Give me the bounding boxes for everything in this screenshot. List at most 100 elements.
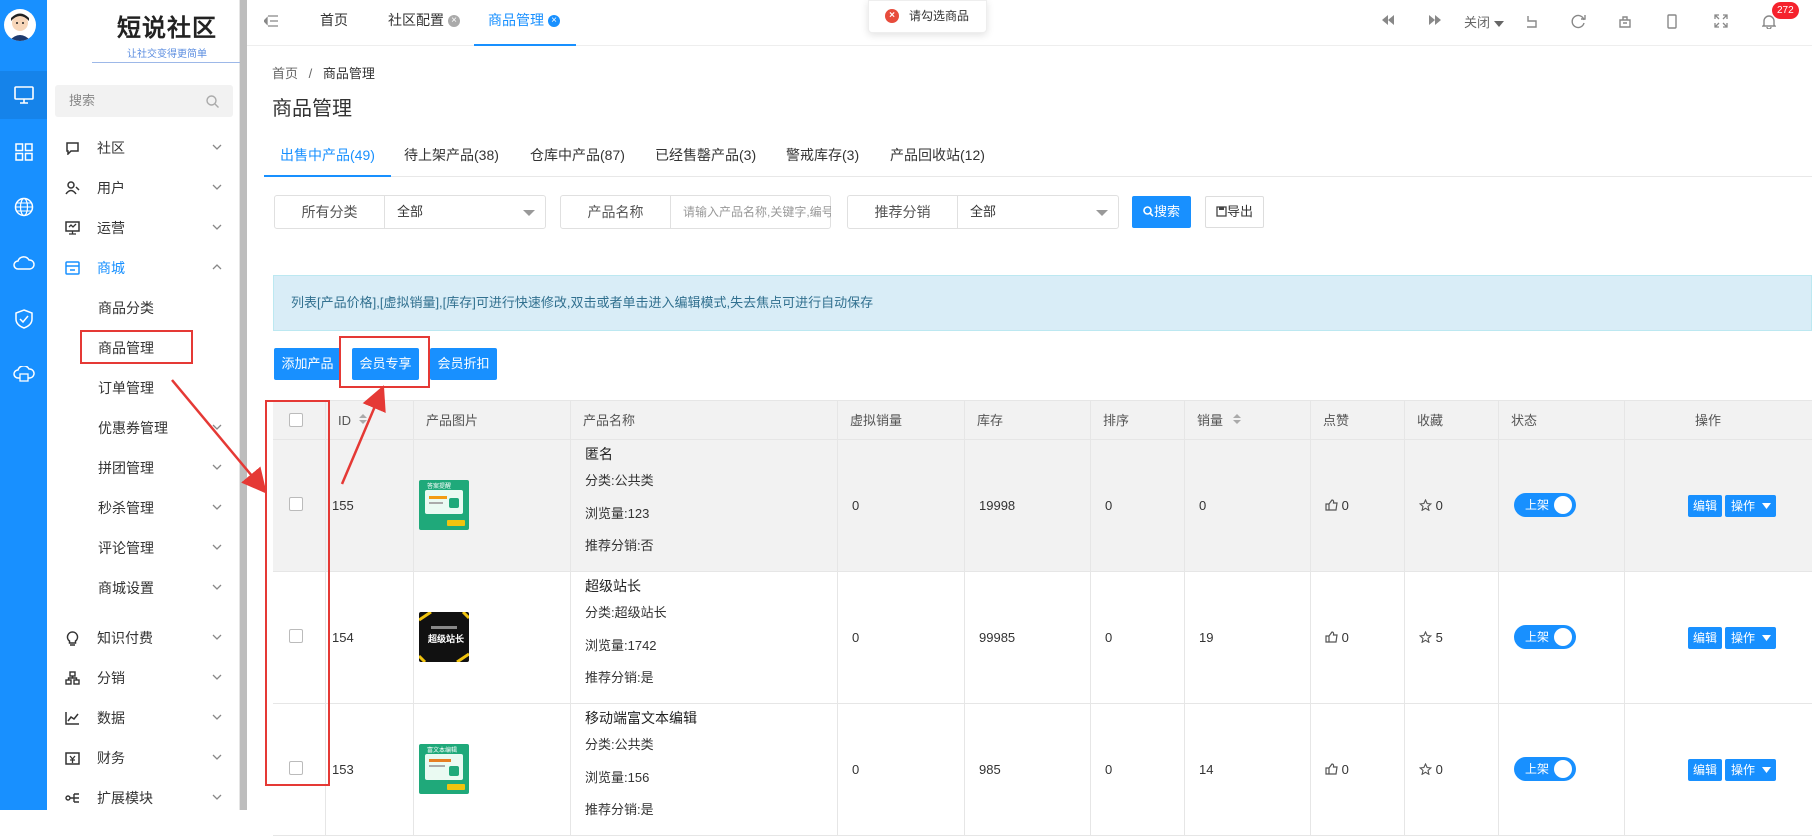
name-cell: 移动端富文本编辑 分类:公共类 浏览量:156 推荐分销:是 [570, 704, 837, 836]
distribution-filter[interactable]: 推荐分销 全部 [847, 195, 1119, 229]
product-thumbnail[interactable]: 富文本编辑 [419, 744, 469, 794]
header-status: 状态 [1498, 401, 1624, 441]
sidebar-search[interactable]: 搜索 [55, 85, 233, 117]
tab-pending[interactable]: 待上架产品(38) [388, 135, 515, 177]
add-product-button[interactable]: 添加产品 [274, 348, 341, 380]
name-filter[interactable]: 产品名称 请输入产品名称,关键字,编号 [560, 195, 831, 229]
clear-cache-icon[interactable] [1618, 14, 1632, 28]
tab-stock-alert[interactable]: 警戒库存(3) [770, 135, 875, 177]
desktop-icon[interactable] [0, 71, 47, 119]
logo-slogan: 让社交变得更简单 [92, 45, 242, 63]
sidebar-sub-comments[interactable]: 评论管理 [47, 528, 240, 568]
scroll-right-icon[interactable] [1428, 14, 1442, 26]
cloud-icon[interactable] [0, 239, 47, 287]
icon-rail [0, 0, 47, 810]
export-button[interactable]: 导出 [1205, 196, 1264, 228]
shield-icon[interactable] [0, 295, 47, 343]
favorites-cell: 5 [1404, 572, 1498, 704]
stock-cell[interactable]: 19998 [964, 440, 1090, 572]
sub-label: 拼团管理 [98, 460, 154, 476]
sidebar-item-community[interactable]: 社区 [47, 128, 240, 168]
tab-close-icon[interactable]: × [548, 15, 560, 28]
fullscreen-icon[interactable] [1714, 14, 1728, 28]
search-button[interactable]: 搜索 [1132, 196, 1191, 228]
avatar[interactable] [4, 9, 36, 41]
tab-warehouse[interactable]: 仓库中产品(87) [514, 135, 641, 177]
sidebar-item-knowledge[interactable]: 知识付费 [47, 618, 240, 658]
sidebar-sub-category[interactable]: 商品分类 [47, 288, 240, 328]
sort-value: 0 [1105, 630, 1113, 645]
mobile-preview-icon[interactable] [1667, 14, 1677, 29]
header-sales[interactable]: 销量 [1184, 401, 1310, 441]
operations-dropdown[interactable]: 操作 [1725, 495, 1776, 517]
tab-sold-out[interactable]: 已经售罄产品(3) [639, 135, 772, 177]
scroll-left-icon[interactable] [1381, 14, 1395, 26]
sidebar-item-distribution[interactable]: 分销 [47, 658, 240, 698]
sidebar-item-label: 财务 [97, 750, 125, 766]
store-icon [65, 261, 80, 275]
likes-value: 0 [1341, 762, 1349, 777]
status-toggle[interactable]: 上架 [1514, 625, 1576, 649]
menu-collapse-icon[interactable] [264, 15, 278, 27]
member-discount-button[interactable]: 会员折扣 [430, 348, 497, 380]
tab-product-management[interactable]: 商品管理 × [474, 0, 576, 46]
sidebar-sub-group-buy[interactable]: 拼团管理 [47, 448, 240, 488]
caret-down-icon [1096, 210, 1108, 216]
refresh-icon[interactable] [1571, 14, 1586, 29]
sidebar-sub-orders[interactable]: 订单管理 [47, 368, 240, 408]
breadcrumb-home[interactable]: 首页 [272, 66, 298, 81]
edit-button[interactable]: 编辑 [1688, 759, 1722, 781]
tab-home[interactable]: 首页 [320, 0, 348, 46]
apps-icon[interactable] [0, 128, 47, 176]
sidebar-item-store[interactable]: 商城 [47, 248, 240, 288]
stock-cell[interactable]: 985 [964, 704, 1090, 836]
monitor-icon [65, 221, 80, 235]
product-thumbnail[interactable]: 超级站长 [419, 612, 469, 662]
error-icon: × [885, 9, 899, 23]
header-id[interactable]: ID [325, 401, 413, 441]
sidebar-item-operations[interactable]: 运营 [47, 208, 240, 248]
name-filter-input[interactable]: 请输入产品名称,关键字,编号 [671, 196, 831, 228]
sidebar-scrollbar[interactable] [240, 0, 247, 810]
sidebar-sub-flash-sale[interactable]: 秒杀管理 [47, 488, 240, 528]
stock-cell[interactable]: 99985 [964, 572, 1090, 704]
sidebar-sub-coupons[interactable]: 优惠券管理 [47, 408, 240, 448]
tab-community-config[interactable]: 社区配置 × [388, 0, 460, 46]
status-toggle[interactable]: 上架 [1514, 493, 1576, 517]
edit-button[interactable]: 编辑 [1688, 495, 1722, 517]
operations-dropdown[interactable]: 操作 [1725, 759, 1776, 781]
sort-icon [359, 414, 367, 424]
virtual-sales-cell[interactable]: 0 [837, 704, 964, 836]
virtual-sales-cell[interactable]: 0 [837, 440, 964, 572]
sidebar-item-extensions[interactable]: 扩展模块 [47, 778, 240, 818]
sidebar-item-users[interactable]: 用户 [47, 168, 240, 208]
header-image: 产品图片 [413, 401, 570, 441]
chevron-down-icon [212, 504, 222, 510]
operations-dropdown[interactable]: 操作 [1725, 627, 1776, 649]
close-tabs-dropdown[interactable]: 关闭 [1464, 12, 1504, 31]
search-placeholder: 搜索 [69, 93, 96, 108]
tab-label: 首页 [320, 12, 348, 28]
header-favorites: 收藏 [1404, 401, 1498, 441]
distribution-filter-value: 全部 [970, 204, 997, 219]
actions-cell: 编辑 操作 [1624, 704, 1812, 836]
product-category: 分类:超级站长 [585, 605, 667, 620]
tab-recycle-bin[interactable]: 产品回收站(12) [874, 135, 1001, 177]
virtual-sales-cell[interactable]: 0 [837, 572, 964, 704]
back-icon[interactable] [1524, 14, 1538, 28]
cloud-server-icon[interactable] [0, 351, 47, 399]
product-thumbnail[interactable]: 答案提醒 [419, 480, 469, 530]
sidebar-item-finance[interactable]: 财务 [47, 738, 240, 778]
globe-icon[interactable] [0, 183, 47, 231]
product-distribution: 推荐分销:是 [585, 802, 654, 817]
tab-on-sale[interactable]: 出售中产品(49) [264, 135, 391, 177]
page-title: 商品管理 [272, 98, 352, 120]
chevron-down-icon [212, 544, 222, 550]
status-toggle[interactable]: 上架 [1514, 757, 1576, 781]
sidebar-item-data[interactable]: 数据 [47, 698, 240, 738]
tab-close-icon[interactable]: × [448, 15, 460, 28]
edit-button[interactable]: 编辑 [1688, 627, 1722, 649]
category-filter[interactable]: 所有分类 全部 [274, 195, 546, 229]
sidebar-sub-store-settings[interactable]: 商城设置 [47, 568, 240, 608]
likes-wrap: 0 [1325, 630, 1349, 645]
